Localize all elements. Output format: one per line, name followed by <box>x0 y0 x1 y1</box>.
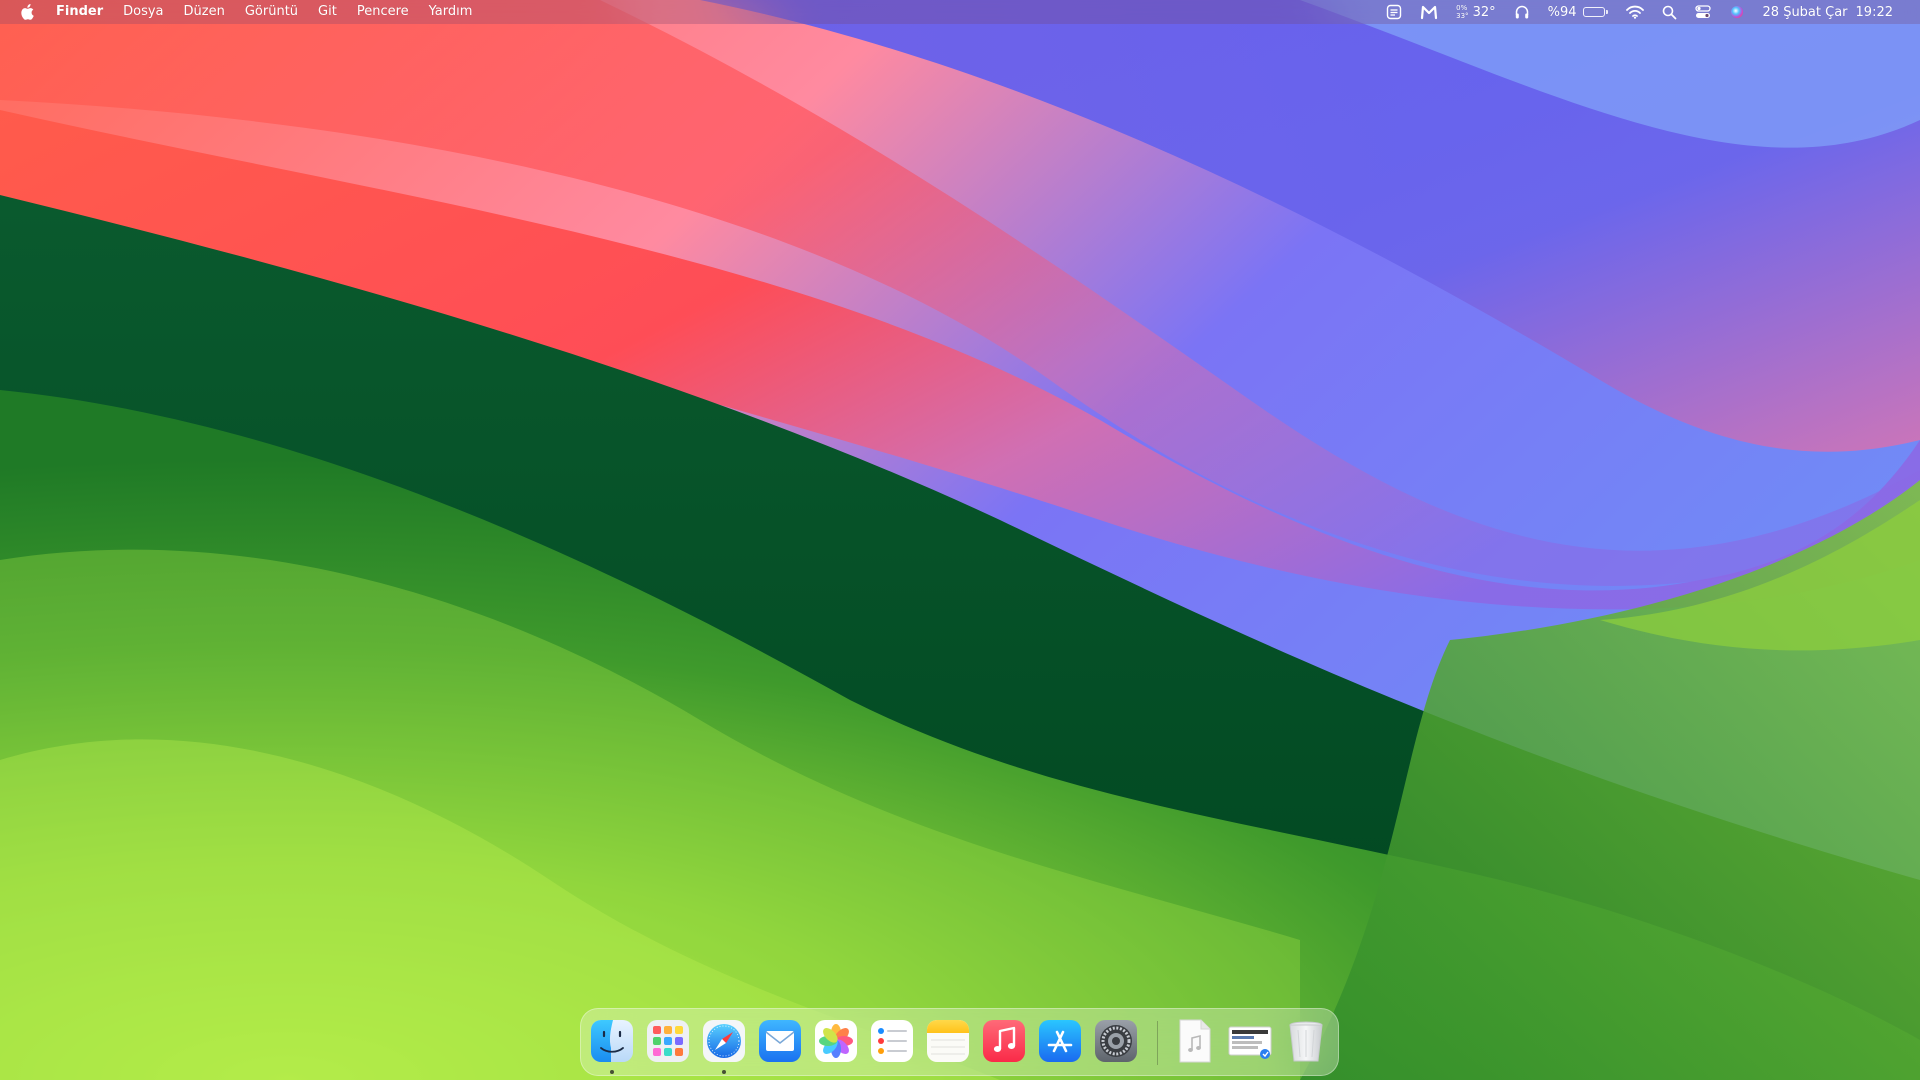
headphones-icon <box>1515 5 1528 19</box>
finder-icon <box>591 1020 633 1062</box>
music-icon <box>983 1020 1025 1062</box>
spotlight-search-icon <box>1662 5 1676 19</box>
weather-temperature: 32° <box>1472 4 1496 20</box>
running-indicator <box>610 1070 614 1074</box>
apple-icon[interactable] <box>20 3 36 21</box>
menu-app-finder[interactable]: Finder <box>46 0 113 24</box>
menu-help[interactable]: Yardım <box>419 0 483 24</box>
safari-icon <box>703 1020 745 1062</box>
trash-icon <box>1289 1021 1323 1062</box>
menu-go[interactable]: Git <box>308 0 347 24</box>
menu-bar-left: Finder Dosya Düzen Görüntü Git Pencere Y… <box>0 0 482 24</box>
system-settings-icon <box>1095 1020 1137 1062</box>
screen-mirroring-icon <box>1386 4 1402 20</box>
battery-icon <box>1582 7 1608 17</box>
dock-mail[interactable] <box>757 1018 803 1064</box>
notes-icon <box>927 1020 969 1062</box>
menu-bar-status-area: 0% 33° 32° %94 28 Şubat Çar 19:22 <box>1377 0 1920 24</box>
headphones-status[interactable] <box>1505 0 1539 24</box>
mail-icon <box>759 1020 801 1062</box>
battery-status[interactable]: %94 <box>1539 0 1617 24</box>
siri-status[interactable] <box>1720 0 1754 24</box>
menu-edit[interactable]: Düzen <box>174 0 235 24</box>
dock-recent-screenshot[interactable] <box>1227 1018 1273 1064</box>
reminders-icon <box>871 1020 913 1062</box>
dock-music[interactable] <box>981 1018 1027 1064</box>
menu-view[interactable]: Görüntü <box>235 0 308 24</box>
control-center-status[interactable] <box>1686 0 1720 24</box>
dock-trash[interactable] <box>1283 1018 1329 1064</box>
dock-separator <box>1157 1021 1158 1065</box>
battery-percentage: %94 <box>1547 4 1577 20</box>
app-store-icon <box>1039 1020 1081 1062</box>
dock-photos[interactable] <box>813 1018 859 1064</box>
dock-launchpad[interactable] <box>645 1018 691 1064</box>
weather-status[interactable]: 0% 33° 32° <box>1447 0 1504 24</box>
screen-mirroring-status[interactable] <box>1377 0 1411 24</box>
wifi-icon <box>1625 5 1644 19</box>
photos-icon <box>815 1020 857 1062</box>
weather-high: 33° <box>1456 12 1469 20</box>
dock-app-store[interactable] <box>1037 1018 1083 1064</box>
dock-recent-audio-file[interactable] <box>1171 1018 1217 1064</box>
menu-file[interactable]: Dosya <box>113 0 173 24</box>
clock[interactable]: 28 Şubat Çar 19:22 <box>1754 0 1902 24</box>
menu-window[interactable]: Pencere <box>347 0 419 24</box>
running-indicator <box>722 1070 726 1074</box>
weather-detail: 0% 33° <box>1456 4 1468 20</box>
dock <box>580 1008 1339 1076</box>
weather-precip: 0% <box>1456 4 1468 12</box>
desktop-wallpaper <box>0 0 1920 1080</box>
dock-system-settings[interactable] <box>1093 1018 1139 1064</box>
launchpad-icon <box>647 1020 689 1062</box>
wifi-status[interactable] <box>1617 0 1653 24</box>
spotlight-status[interactable] <box>1653 0 1686 24</box>
control-center-icon <box>1694 5 1711 18</box>
malwarebytes-icon <box>1421 5 1438 20</box>
dock-finder[interactable] <box>589 1018 635 1074</box>
dock-notes[interactable] <box>925 1018 971 1064</box>
time-display: 19:22 <box>1855 4 1893 20</box>
menu-bar: Finder Dosya Düzen Görüntü Git Pencere Y… <box>0 0 1920 24</box>
dock-safari[interactable] <box>701 1018 747 1074</box>
dock-reminders[interactable] <box>869 1018 915 1064</box>
malwarebytes-status[interactable] <box>1411 0 1447 24</box>
screenshot-document-icon <box>1228 1026 1272 1059</box>
date-display: 28 Şubat Çar <box>1762 4 1848 20</box>
audio-document-icon <box>1179 1019 1211 1063</box>
siri-icon <box>1730 6 1743 18</box>
